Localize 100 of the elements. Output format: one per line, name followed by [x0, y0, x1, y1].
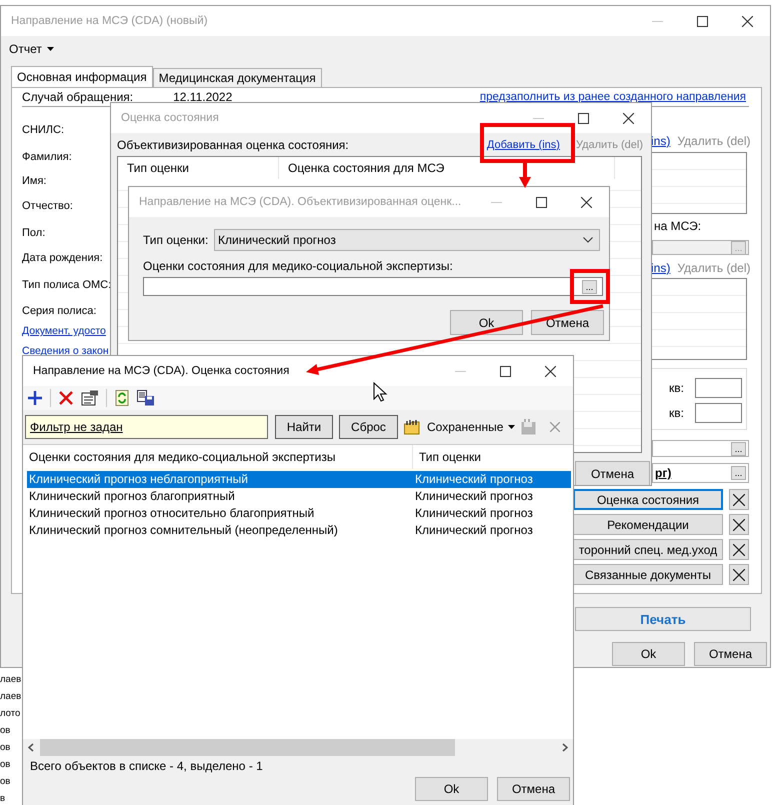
field-label: СНИЛС:: [22, 123, 66, 137]
combo-value: Клинический прогноз: [218, 233, 337, 247]
field-label: Тип полиса ОМС:: [22, 278, 111, 292]
list-item-text: ов: [0, 724, 12, 738]
remove-button[interactable]: [729, 514, 749, 535]
caret-icon: [508, 425, 516, 429]
add-icon[interactable]: [27, 390, 43, 406]
window-title: Оценка состояния: [120, 112, 220, 124]
table-cell-text: Клинический прогноз неблагоприятный: [28, 471, 249, 488]
list-item-text: лото: [0, 707, 22, 721]
window-title: Направление на МСЭ (CDA) (новый): [10, 15, 209, 27]
tab[interactable]: Основная информация: [11, 66, 153, 87]
properties-icon[interactable]: [81, 390, 99, 406]
table-cell-text: Клинический прогноз: [414, 505, 533, 522]
prefill-link[interactable]: предзаполнить из ранее созданного направления: [480, 90, 746, 104]
find-button[interactable]: Найти: [275, 415, 333, 439]
section-button[interactable]: Оценка состояния: [573, 489, 723, 510]
dialog-button[interactable]: Отмена: [694, 642, 767, 666]
section-button[interactable]: торонний спец. мед.уход: [573, 539, 723, 560]
close-icon[interactable]: [545, 366, 556, 376]
field-label: кв:: [669, 406, 685, 420]
text-field[interactable]: [695, 378, 742, 398]
lookup-field[interactable]: ...: [652, 440, 749, 457]
lookup-field[interactable]: рг) ...: [652, 463, 749, 483]
field-label: Тип оценки:: [143, 233, 210, 247]
section-button[interactable]: Рекомендации: [573, 514, 723, 535]
tab[interactable]: Медицинская документация: [152, 68, 322, 87]
column-header: Тип оценки: [418, 449, 482, 466]
close-icon[interactable]: [581, 196, 592, 208]
print-button[interactable]: Печать: [575, 607, 751, 631]
list-item-text: лаев: [0, 673, 22, 687]
table-row[interactable]: Клинический прогноз благоприятный Клинический прогноз: [27, 488, 571, 505]
dialog-button[interactable]: Ok: [415, 777, 488, 801]
list-item-text: ов: [0, 775, 12, 789]
dialog-button[interactable]: Отмена: [575, 461, 650, 485]
status-text: Всего объектов в списке - 4, выделено - 1: [29, 758, 264, 775]
dialog-button[interactable]: Отмена: [497, 777, 570, 801]
list-item-text: ов: [0, 741, 12, 755]
remove-button[interactable]: [729, 539, 749, 560]
table-cell-text: Клинический прогноз относительно благоприятный: [28, 505, 316, 522]
reset-button[interactable]: Сброс: [339, 415, 398, 439]
column-header: Оценки состояния для медико-социальной экспертизы: [23, 445, 413, 469]
folder-icon: [404, 420, 422, 434]
browse-button[interactable]: ...: [582, 280, 597, 294]
add-link[interactable]: ins): [651, 261, 670, 275]
scrollbar-thumb[interactable]: [40, 739, 455, 756]
field-label: Оценки состояния для медико-социальной экспертизы:: [143, 259, 454, 273]
text-field[interactable]: [695, 403, 742, 423]
horizontal-scrollbar[interactable]: [23, 739, 573, 756]
maximize-icon[interactable]: [578, 112, 589, 124]
dialog-button[interactable]: Ok: [450, 310, 523, 335]
list-item-text: лаев: [0, 690, 22, 704]
table-row[interactable]: Клинический прогноз относительно благоприятный Клинический прогноз: [27, 505, 571, 522]
window-title: Направление на МСЭ (CDA). Оценка состояния: [32, 365, 290, 377]
list-item-text: в: [0, 792, 6, 805]
add-link[interactable]: ins): [651, 134, 670, 148]
filter-field[interactable]: Фильтр не задан: [25, 415, 268, 439]
document-link[interactable]: Сведения о закон: [22, 344, 111, 358]
export-icon[interactable]: [137, 390, 155, 406]
delete-icon[interactable]: [58, 390, 74, 406]
refresh-icon[interactable]: [114, 390, 130, 406]
saved-filters-menu[interactable]: Сохраненные: [404, 420, 516, 434]
list-item-text: ов: [0, 758, 12, 772]
field-label: Дата рождения:: [22, 251, 104, 265]
table-cell-text: Клинический прогноз: [414, 522, 533, 539]
close-icon[interactable]: [742, 16, 753, 26]
add-link[interactable]: Добавить (ins): [486, 139, 560, 151]
case-label: Случай обращения:: [22, 90, 134, 104]
close-icon: [733, 568, 745, 580]
table-row[interactable]: Клинический прогноз сомнительный (неопределенный) Клинический прогноз: [27, 522, 571, 539]
maximize-icon[interactable]: [500, 366, 511, 376]
section-button[interactable]: Связанные документы: [573, 564, 723, 585]
window-title: Направление на МСЭ (CDA). Объективизированная оценк...: [138, 196, 462, 208]
table-row[interactable]: Клинический прогноз неблагоприятный Клинический прогноз: [27, 471, 571, 488]
menu-item[interactable]: Отчет: [7, 40, 56, 58]
dialog-button[interactable]: Ok: [612, 642, 685, 666]
remove-button[interactable]: [729, 564, 749, 585]
close-icon[interactable]: [623, 112, 634, 124]
table-cell-text: Клинический прогноз благоприятный: [28, 488, 236, 505]
caret-icon: [46, 47, 54, 51]
field-label: Имя:: [22, 174, 48, 188]
highlight-frame: [570, 269, 610, 304]
combo-box[interactable]: Клинический прогноз: [214, 229, 600, 251]
field-label: Отчество:: [22, 199, 74, 213]
column-header: Тип оценки: [118, 157, 279, 179]
table-cell-text: Клинический прогноз: [414, 471, 533, 488]
browse-button[interactable]: ...: [731, 442, 746, 456]
browse-button[interactable]: ...: [731, 466, 746, 480]
maximize-icon[interactable]: [697, 16, 708, 26]
document-link[interactable]: Документ, удосто: [22, 324, 111, 338]
field-label: Фамилия:: [22, 150, 73, 164]
field-label: Пол:: [22, 226, 46, 240]
arrow: [519, 163, 531, 188]
section-label: Объективизированная оценка состояния:: [117, 138, 349, 152]
field-value: рг): [655, 466, 672, 480]
lookup-field[interactable]: ...: [143, 277, 603, 296]
maximize-icon[interactable]: [536, 196, 547, 208]
remove-button[interactable]: [729, 489, 749, 510]
close-icon: [733, 494, 745, 506]
close-icon: [733, 518, 745, 530]
